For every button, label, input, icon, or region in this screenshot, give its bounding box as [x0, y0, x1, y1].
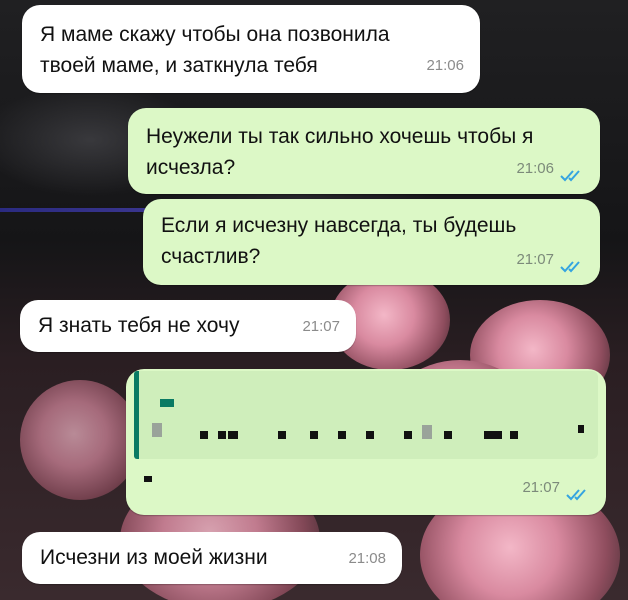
pixelated-block	[200, 431, 208, 439]
pixelated-block	[422, 425, 432, 439]
reply-quote-pixelated[interactable]	[134, 371, 598, 459]
pixelated-block	[278, 431, 286, 439]
pixelated-block	[366, 431, 374, 439]
message-bubble-incoming[interactable]: Я знать тебя не хочу 21:07	[20, 300, 356, 352]
message-text: Исчезни из моей жизни	[40, 546, 268, 569]
message-bubble-incoming[interactable]: Исчезни из моей жизни 21:08	[22, 532, 402, 584]
message-time: 21:06	[426, 57, 464, 74]
message-bubble-outgoing[interactable]: Если я исчезну навсегда, ты будешь счаст…	[143, 199, 600, 285]
message-time: 21:08	[348, 550, 386, 567]
pixelated-block	[160, 399, 174, 407]
message-bubble-incoming[interactable]: Я маме скажу чтобы она позвонила твоей м…	[22, 5, 480, 93]
reply-quote-accent-bar	[134, 371, 139, 459]
double-check-icon	[560, 170, 580, 182]
pixelated-block	[144, 476, 152, 482]
rose-image	[20, 380, 140, 500]
pixelated-block	[310, 431, 318, 439]
pixelated-block	[218, 431, 226, 439]
message-time: 21:07	[516, 251, 554, 268]
pixelated-block	[338, 431, 346, 439]
message-time: 21:07	[302, 318, 340, 335]
double-check-icon	[566, 489, 586, 501]
pixelated-block	[404, 431, 412, 439]
message-time: 21:07	[522, 479, 560, 496]
pixelated-block	[484, 431, 502, 439]
pixelated-block	[228, 431, 238, 439]
pixelated-block	[578, 425, 584, 433]
pixelated-block	[510, 431, 518, 439]
message-text: Я маме скажу чтобы она позвонила твоей м…	[40, 23, 390, 77]
pixelated-block	[444, 431, 452, 439]
message-time: 21:06	[516, 160, 554, 177]
double-check-icon	[560, 261, 580, 273]
message-text: Я знать тебя не хочу	[38, 314, 240, 337]
message-bubble-outgoing[interactable]: Неужели ты так сильно хочешь чтобы я исч…	[128, 108, 600, 194]
pixelated-block	[152, 423, 162, 437]
